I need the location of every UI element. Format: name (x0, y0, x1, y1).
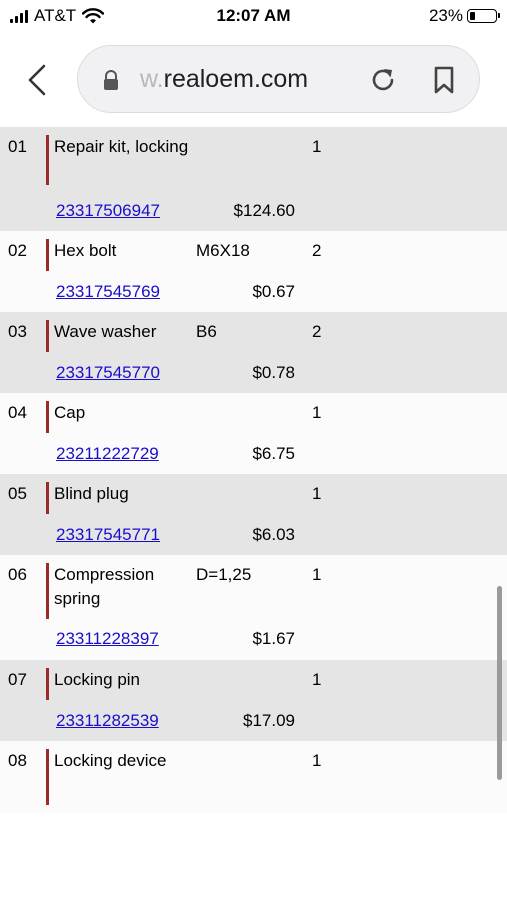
chevron-left-icon (28, 64, 46, 96)
item-number: 03 (8, 322, 27, 341)
bookmark-icon[interactable] (431, 65, 457, 95)
row-marker (46, 749, 49, 805)
item-spec: M6X18 (196, 241, 250, 260)
item-description: Wave washer (54, 322, 157, 341)
item-price: $6.03 (252, 525, 295, 544)
item-description: Hex bolt (54, 241, 117, 260)
table-row: 01 Repair kit, locking 1 23317506947 $124.60 (0, 127, 507, 231)
item-number: 02 (8, 241, 27, 260)
scrollbar[interactable] (497, 586, 502, 780)
item-spec: D=1,25 (196, 565, 252, 584)
table-row: 04 Cap 1 23211222729 $6.75 (0, 393, 507, 474)
lock-icon (104, 70, 118, 90)
item-price: $17.09 (243, 711, 295, 730)
row-marker (46, 482, 49, 514)
status-bar: AT&T 12:07 AM 23% (0, 0, 507, 34)
back-button[interactable] (22, 60, 52, 100)
item-description: Cap (54, 403, 86, 422)
item-description: Locking pin (54, 670, 141, 689)
part-number-link[interactable]: 23311282539 (56, 711, 159, 731)
table-row: 08 Locking device 1 (0, 741, 507, 813)
item-quantity: 1 (312, 751, 322, 770)
item-number: 06 (8, 565, 27, 584)
url-domain: realoem.com (163, 65, 309, 93)
item-description: Compression spring (54, 565, 155, 608)
item-quantity: 1 (312, 670, 322, 689)
table-row: 03 Wave washer B6 2 23317545770 $0.78 (0, 312, 507, 393)
row-marker (46, 239, 49, 271)
part-number-link[interactable]: 23211222729 (56, 444, 159, 464)
row-marker (46, 563, 49, 619)
item-price: $1.67 (252, 629, 295, 648)
item-number: 08 (8, 751, 27, 770)
url-faded-prefix: w. (140, 65, 164, 93)
part-number-link[interactable]: 23317545771 (56, 525, 160, 545)
item-number: 07 (8, 670, 27, 689)
item-number: 04 (8, 403, 27, 422)
item-description: Repair kit, locking (54, 137, 189, 156)
row-marker (46, 135, 49, 185)
item-description: Blind plug (54, 484, 129, 503)
item-price: $0.67 (252, 282, 295, 301)
reload-icon[interactable] (368, 65, 398, 95)
item-quantity: 2 (312, 241, 322, 260)
battery-percent: 23% (428, 6, 463, 25)
part-number-link[interactable]: 23317545770 (56, 363, 160, 383)
part-number-link[interactable]: 23317506947 (56, 201, 160, 221)
row-marker (46, 668, 49, 700)
address-bar[interactable]: w.realoem.com (77, 45, 480, 113)
part-number-link[interactable]: 23317545769 (56, 282, 160, 302)
parts-list: 01 Repair kit, locking 1 23317506947 $124.60… (0, 127, 507, 813)
item-quantity: 1 (312, 403, 322, 422)
item-quantity: 1 (312, 137, 322, 156)
item-spec: B6 (196, 322, 217, 341)
item-description: Locking device (54, 751, 167, 770)
part-number-link[interactable]: 23311228397 (56, 629, 159, 649)
battery-group: 23% (428, 6, 500, 26)
table-row: 02 Hex bolt M6X18 2 23317545769 $0.67 (0, 231, 507, 312)
item-quantity: 1 (312, 565, 322, 584)
item-quantity: 2 (312, 322, 322, 341)
browser-toolbar: w.realoem.com (0, 34, 507, 126)
item-number: 01 (8, 137, 27, 156)
table-row: 06 Compression spring D=1,25 1 23311228397 $1… (0, 555, 507, 660)
row-marker (46, 401, 49, 433)
table-row: 07 Locking pin 1 23311282539 $17.09 (0, 660, 507, 741)
item-price: $124.60 (233, 201, 295, 220)
battery-icon (467, 9, 500, 23)
item-price: $6.75 (252, 444, 295, 463)
url-text: w.realoem.com (140, 65, 308, 94)
row-marker (46, 320, 49, 352)
item-number: 05 (8, 484, 27, 503)
item-price: $0.78 (252, 363, 295, 382)
table-row: 05 Blind plug 1 23317545771 $6.03 (0, 474, 507, 555)
item-quantity: 1 (312, 484, 322, 503)
